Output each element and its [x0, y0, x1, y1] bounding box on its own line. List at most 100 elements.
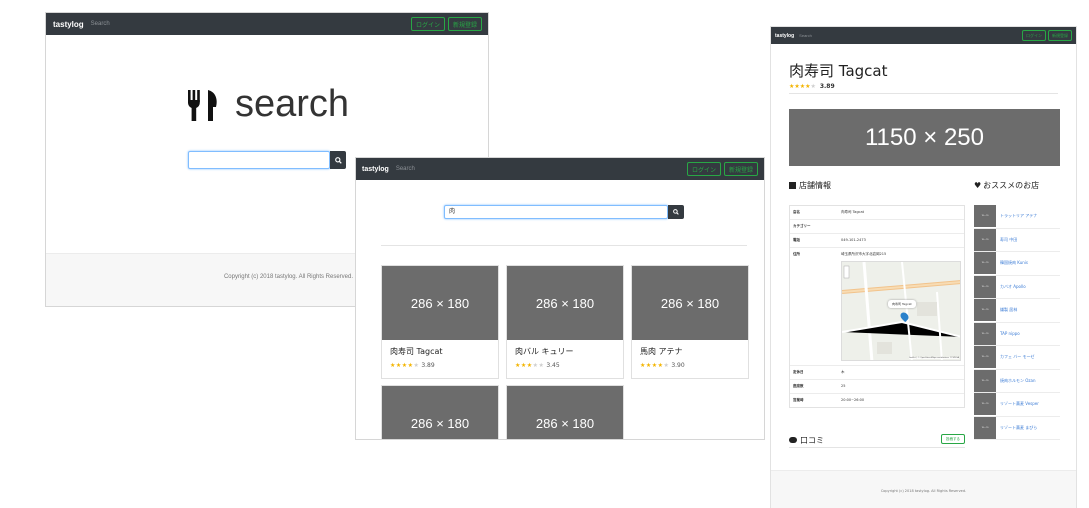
- copyright-text: Copyright (c) 2018 tastylog. All Rights …: [223, 274, 353, 280]
- card-title[interactable]: 肉寿司 Tagcat: [390, 346, 490, 357]
- copyright-text: Copyright (c) 2018 tastylog. All Rights …: [880, 489, 967, 493]
- rating-stars-empty: ★★: [532, 362, 545, 369]
- navbar: tastylog Search ログイン 新規登録: [771, 27, 1076, 44]
- rating-stars: ★★★: [515, 362, 533, 369]
- list-item[interactable]: 70 × 70 カバオ Apollo: [974, 275, 1060, 299]
- list-item[interactable]: 70 × 70 寿司 中田: [974, 228, 1060, 252]
- shop-card[interactable]: 286 × 180: [381, 385, 499, 439]
- card-body: 肉バル キュリー ★★★★★ 3.45: [507, 340, 623, 378]
- rating-stars: ★★★★: [789, 83, 811, 90]
- shop-card[interactable]: 286 × 180 馬肉 アテナ ★★★★★ 3.90: [631, 265, 749, 379]
- divider: [789, 93, 1058, 94]
- shop-header: 肉寿司 Tagcat ★★★★★ 3.89: [789, 60, 887, 90]
- table-row: 電話 049-101-2473: [790, 233, 964, 247]
- rec-link[interactable]: リゾート蕎麦 Vesper: [1000, 401, 1039, 407]
- map-attribution: Leaflet | © OpenStreetMap contributors, …: [908, 357, 959, 359]
- row-value: [838, 220, 964, 233]
- list-item[interactable]: 70 × 70 リゾート蕎麦 Vesper: [974, 393, 1060, 417]
- rating-stars-empty: ★: [810, 83, 816, 90]
- nav-search-link[interactable]: Search: [799, 33, 812, 38]
- search-button[interactable]: [330, 151, 346, 169]
- chat-bubbles-icon: [789, 437, 797, 443]
- login-button[interactable]: ログイン: [410, 17, 445, 31]
- rec-thumbnail: 70 × 70: [974, 205, 996, 228]
- rec-link[interactable]: 寿司 中田: [1000, 237, 1017, 243]
- recs-heading: ♥ おススメのお店: [974, 180, 1039, 191]
- utensils-icon: [187, 89, 217, 121]
- map[interactable]: 肉寿司 Tagcat Leaflet | © OpenStreetMap con…: [841, 261, 961, 361]
- row-key: 営業時: [793, 398, 804, 402]
- rec-thumbnail: 70 × 70: [974, 369, 996, 392]
- card-rating: ★★★★★ 3.45: [515, 362, 615, 369]
- rec-thumbnail: 70 × 70: [974, 346, 996, 369]
- rec-link[interactable]: リゾート蕎麦 まぴら: [1000, 425, 1037, 431]
- list-item[interactable]: 70 × 70 TAP nippo: [974, 322, 1060, 346]
- rec-link[interactable]: TAP nippo: [1000, 331, 1020, 336]
- nav-search-link[interactable]: Search: [396, 166, 415, 172]
- rec-link[interactable]: カフェ バー モーゼ: [1000, 354, 1035, 360]
- banner-image: 1150 × 250: [789, 109, 1060, 166]
- navbar: tastylog Search ログイン 新規登録: [46, 13, 488, 35]
- search-form: 肉: [444, 205, 684, 219]
- rating-score: 3.89: [421, 362, 435, 369]
- list-item[interactable]: 70 × 70 リゾート蕎麦 まぴら: [974, 416, 1060, 440]
- rec-thumbnail: 70 × 70: [974, 228, 996, 251]
- rating-stars: ★★★★: [390, 362, 414, 369]
- search-icon: [334, 156, 342, 164]
- list-item[interactable]: 70 × 70 カフェ バー モーゼ: [974, 346, 1060, 370]
- rec-link[interactable]: カバオ Apollo: [1000, 284, 1026, 290]
- rec-thumbnail: 70 × 70: [974, 252, 996, 275]
- rec-link[interactable]: トラットリア アテナ: [1000, 213, 1037, 219]
- shop-card[interactable]: 286 × 180: [506, 385, 624, 439]
- composite-stage: tastylog Search ログイン 新規登録 search Copyrig…: [0, 0, 1089, 508]
- table-row: カテゴリー: [790, 219, 964, 233]
- table-row: 座席数 25: [790, 379, 964, 393]
- map-popup: 肉寿司 Tagcat: [888, 300, 916, 308]
- shop-title: 肉寿司 Tagcat: [789, 62, 888, 80]
- nav-buttons: ログイン 新規登録: [1020, 30, 1072, 41]
- rec-link[interactable]: 韓国焼肉 Kunis: [1000, 260, 1028, 266]
- list-item[interactable]: 70 × 70 燻製 居林: [974, 299, 1060, 323]
- brand-logo[interactable]: tastylog: [53, 20, 84, 29]
- signup-button[interactable]: 新規登録: [1048, 30, 1072, 41]
- heart-icon: ♥: [974, 181, 982, 190]
- row-value: 049-101-2473: [841, 238, 866, 242]
- rec-thumbnail: 70 × 70: [974, 393, 996, 416]
- card-title[interactable]: 肉バル キュリー: [515, 346, 615, 357]
- list-item[interactable]: 70 × 70 韓国焼肉 Kunis: [974, 252, 1060, 276]
- reviews-heading-text: 口コミ: [800, 436, 824, 445]
- divider: [789, 447, 965, 448]
- rec-link[interactable]: 燻製 居林: [1000, 307, 1017, 313]
- list-item[interactable]: 70 × 70 焼肉ホルモン Ozan: [974, 369, 1060, 393]
- card-image: 286 × 180: [382, 386, 498, 439]
- signup-button[interactable]: 新規登録: [447, 17, 482, 31]
- post-review-button[interactable]: 投稿する: [941, 434, 965, 444]
- card-body: 肉寿司 Tagcat ★★★★★ 3.89: [382, 340, 498, 378]
- list-item[interactable]: 70 × 70 トラットリア アテナ: [974, 205, 1060, 229]
- search-input[interactable]: [188, 151, 330, 169]
- search-icon: [673, 209, 679, 215]
- search-button[interactable]: [668, 205, 684, 219]
- brand-logo[interactable]: tastylog: [775, 33, 794, 39]
- shop-detail-screenshot: tastylog Search ログイン 新規登録 肉寿司 Tagcat ★★★…: [770, 26, 1077, 508]
- recs-heading-text: おススメのお店: [983, 181, 1040, 190]
- nav-buttons: ログイン 新規登録: [684, 162, 758, 176]
- shop-card[interactable]: 286 × 180 肉寿司 Tagcat ★★★★★ 3.89: [381, 265, 499, 379]
- login-button[interactable]: ログイン: [686, 162, 721, 176]
- row-value: 木: [841, 370, 845, 374]
- signup-button[interactable]: 新規登録: [723, 162, 758, 176]
- nav-search-link[interactable]: Search: [91, 21, 110, 27]
- navbar: tastylog Search ログイン 新規登録: [356, 158, 764, 180]
- rating-stars-empty: ★: [663, 362, 670, 369]
- login-button[interactable]: ログイン: [1022, 30, 1046, 41]
- brand-logo[interactable]: tastylog: [362, 166, 389, 173]
- rating-stars: ★★★★: [640, 362, 664, 369]
- rec-thumbnail: 70 × 70: [974, 416, 996, 439]
- rec-link[interactable]: 焼肉ホルモン Ozan: [1000, 378, 1036, 384]
- card-rating: ★★★★★ 3.89: [390, 362, 490, 369]
- row-value: 埼玉県所沢市大字北岩岡215 肉寿司 Tagcat Leaflet | © Op…: [838, 248, 964, 365]
- card-title[interactable]: 馬肉 アテナ: [640, 346, 740, 357]
- shop-card[interactable]: 286 × 180 肉バル キュリー ★★★★★ 3.45: [506, 265, 624, 379]
- rating-score: 3.45: [546, 362, 560, 369]
- search-input[interactable]: 肉: [444, 205, 668, 219]
